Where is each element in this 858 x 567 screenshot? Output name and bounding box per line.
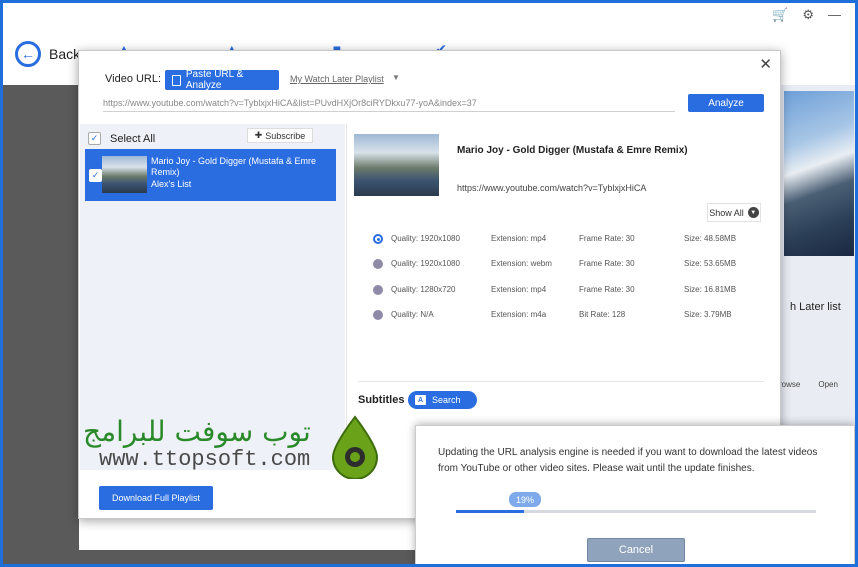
playlist-item-thumbnail	[102, 156, 147, 193]
background-list-label: h Later list	[790, 301, 841, 313]
watermark-arabic: توب سوفت للبرامج	[83, 415, 311, 448]
watermark-url: www.ttopsoft.com	[99, 447, 311, 472]
paste-url-analyze-button[interactable]: Paste URL & Analyze	[165, 69, 279, 91]
quality-ext: Extension: m4a	[491, 310, 547, 319]
quality-quality: Quality: N/A	[391, 310, 434, 319]
chevron-down-icon: ▼	[747, 207, 759, 218]
video-url: https://www.youtube.com/watch?v=TyblxjxH…	[457, 183, 647, 193]
video-url-label: Video URL:	[105, 73, 162, 85]
cart-icon[interactable]: 🛒	[772, 7, 788, 23]
clipboard-icon	[172, 74, 181, 86]
quality-size: Size: 48.58MB	[684, 234, 737, 243]
update-message: Updating the URL analysis engine is need…	[438, 447, 818, 474]
quality-radio[interactable]	[373, 310, 383, 320]
analyze-button[interactable]: Analyze	[688, 94, 764, 112]
app-window: 🛒 ⚙ — ← Back ▲ ▲ ■ ✔ h Later list rowse …	[3, 3, 855, 564]
quality-rate: Frame Rate: 30	[579, 285, 635, 294]
quality-radio[interactable]	[373, 285, 383, 295]
video-thumbnail	[354, 134, 439, 196]
quality-ext: Extension: mp4	[491, 234, 547, 243]
back-button[interactable]: ← Back	[15, 41, 80, 67]
close-icon[interactable]: ✕	[759, 55, 772, 73]
quality-radio[interactable]	[373, 234, 383, 244]
show-all-label: Show All	[709, 207, 744, 218]
quality-size: Size: 16.81MB	[684, 285, 737, 294]
quality-radio[interactable]	[373, 259, 383, 269]
quality-ext: Extension: mp4	[491, 285, 547, 294]
show-all-dropdown[interactable]: Show All ▼	[707, 203, 761, 222]
browse-link[interactable]: rowse	[779, 380, 800, 389]
titlebar-icons: 🛒 ⚙ —	[772, 7, 841, 23]
select-all-label: Select All	[110, 132, 156, 145]
progress-percent-badge: 19%	[509, 492, 541, 507]
watermark-logo-icon	[331, 415, 379, 479]
progress-bar	[456, 510, 816, 513]
select-all-row[interactable]: ✓ Select All	[88, 132, 155, 145]
background-links: rowse Open	[779, 380, 838, 389]
back-arrow-icon: ←	[15, 41, 41, 67]
select-all-checkbox[interactable]: ✓	[88, 132, 101, 145]
update-dialog: Updating the URL analysis engine is need…	[415, 425, 855, 564]
section-divider	[358, 381, 764, 382]
subtitles-search-button[interactable]: A Search	[408, 391, 477, 409]
plus-icon: ✚	[254, 130, 263, 140]
quality-size: Size: 53.65MB	[684, 259, 737, 268]
open-link[interactable]: Open	[818, 380, 838, 389]
quality-quality: Quality: 1920x1080	[391, 259, 460, 268]
back-label: Back	[49, 46, 81, 62]
chevron-down-icon[interactable]: ▼	[392, 73, 400, 82]
subtitles-search-label: Search	[432, 395, 461, 405]
playlist-item-checkbox[interactable]: ✓	[89, 169, 102, 182]
background-thumbnail	[784, 91, 854, 256]
progress-fill	[456, 510, 525, 513]
subscribe-button[interactable]: ✚ Subscribe	[247, 128, 313, 143]
quality-quality: Quality: 1280x720	[391, 285, 456, 294]
download-full-playlist-button[interactable]: Download Full Playlist	[99, 486, 213, 510]
quality-quality: Quality: 1920x1080	[391, 234, 460, 243]
subtitles-label: Subtitles	[358, 394, 405, 406]
subscribe-label: Subscribe	[265, 130, 306, 141]
quality-size: Size: 3.79MB	[684, 310, 732, 319]
cancel-button[interactable]: Cancel	[587, 538, 685, 562]
quality-rate: Frame Rate: 30	[579, 259, 635, 268]
background-panel-left	[3, 85, 79, 555]
quality-rate: Bit Rate: 128	[579, 310, 626, 319]
minimize-icon[interactable]: —	[828, 7, 841, 23]
paste-button-label: Paste URL & Analyze	[185, 69, 244, 91]
video-title: Mario Joy - Gold Digger (Mustafa & Emre …	[457, 145, 688, 156]
watch-later-link[interactable]: My Watch Later Playlist	[290, 74, 384, 84]
playlist-item[interactable]: ✓ Mario Joy - Gold Digger (Mustafa & Emr…	[85, 149, 336, 201]
quality-ext: Extension: webm	[491, 259, 552, 268]
playlist-item-title: Mario Joy - Gold Digger (Mustafa & Emre …	[151, 156, 317, 177]
playlist-item-list: Alex's List	[151, 179, 192, 189]
settings-icon[interactable]: ⚙	[802, 7, 814, 23]
subtitle-icon: A	[415, 395, 426, 405]
quality-rate: Frame Rate: 30	[579, 234, 635, 243]
url-input[interactable]	[103, 95, 675, 112]
